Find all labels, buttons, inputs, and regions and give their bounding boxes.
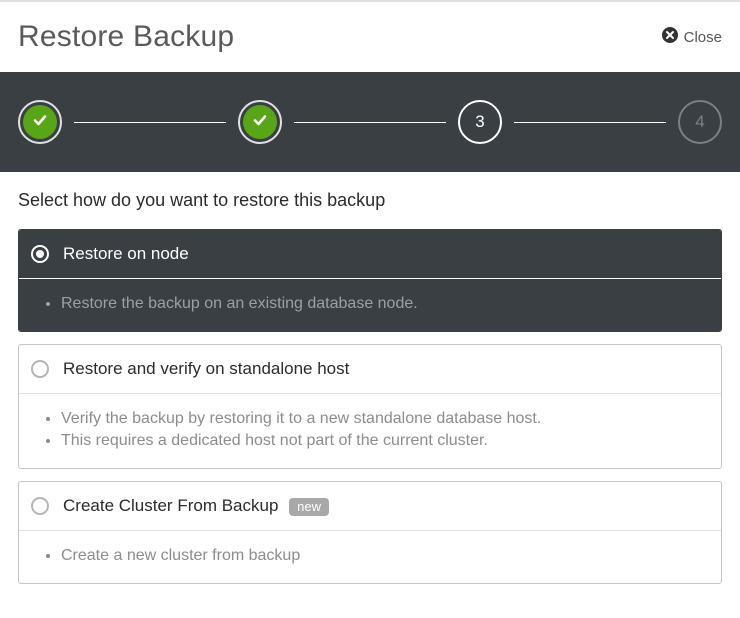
check-icon xyxy=(32,112,48,133)
option-bullet: Restore the backup on an existing databa… xyxy=(61,293,709,315)
dialog-title: Restore Backup xyxy=(18,20,234,54)
new-badge: new xyxy=(289,498,329,516)
step-4-label: 4 xyxy=(695,112,704,132)
close-label: Close xyxy=(684,29,722,46)
option-body: Restore the backup on an existing databa… xyxy=(19,279,721,331)
prompt-text: Select how do you want to restore this b… xyxy=(18,190,722,211)
step-1-done xyxy=(18,100,62,144)
option-restore-verify-standalone[interactable]: Restore and verify on standalone host Ve… xyxy=(18,344,722,469)
option-title: Restore and verify on standalone host xyxy=(63,359,349,379)
option-bullet: Verify the backup by restoring it to a n… xyxy=(61,408,709,430)
option-restore-on-node[interactable]: Restore on node Restore the backup on an… xyxy=(18,229,722,332)
option-title: Restore on node xyxy=(63,244,189,264)
step-connector xyxy=(74,122,226,123)
close-icon xyxy=(662,27,678,47)
progress-stepper: 3 4 xyxy=(0,72,740,172)
step-2-done xyxy=(238,100,282,144)
radio-unselected-icon xyxy=(31,497,49,515)
option-header[interactable]: Restore on node xyxy=(19,230,721,279)
step-3-label: 3 xyxy=(475,112,484,132)
option-header[interactable]: Restore and verify on standalone host xyxy=(19,345,721,394)
dialog-header: Restore Backup Close xyxy=(0,2,740,72)
option-title: Create Cluster From Backup xyxy=(63,496,278,515)
step-connector xyxy=(294,122,446,123)
option-create-cluster-from-backup[interactable]: Create Cluster From Backup new Create a … xyxy=(18,481,722,584)
check-icon xyxy=(252,112,268,133)
step-4-future: 4 xyxy=(678,100,722,144)
option-bullet: Create a new cluster from backup xyxy=(61,545,709,567)
dialog-body: Select how do you want to restore this b… xyxy=(0,172,740,614)
option-body: Verify the backup by restoring it to a n… xyxy=(19,394,721,468)
step-3-current: 3 xyxy=(458,100,502,144)
step-connector xyxy=(514,122,666,123)
radio-unselected-icon xyxy=(31,360,49,378)
radio-selected-icon xyxy=(31,245,49,263)
close-button[interactable]: Close xyxy=(662,27,722,47)
option-header[interactable]: Create Cluster From Backup new xyxy=(19,482,721,531)
option-bullet: This requires a dedicated host not part … xyxy=(61,430,709,452)
option-body: Create a new cluster from backup xyxy=(19,531,721,583)
